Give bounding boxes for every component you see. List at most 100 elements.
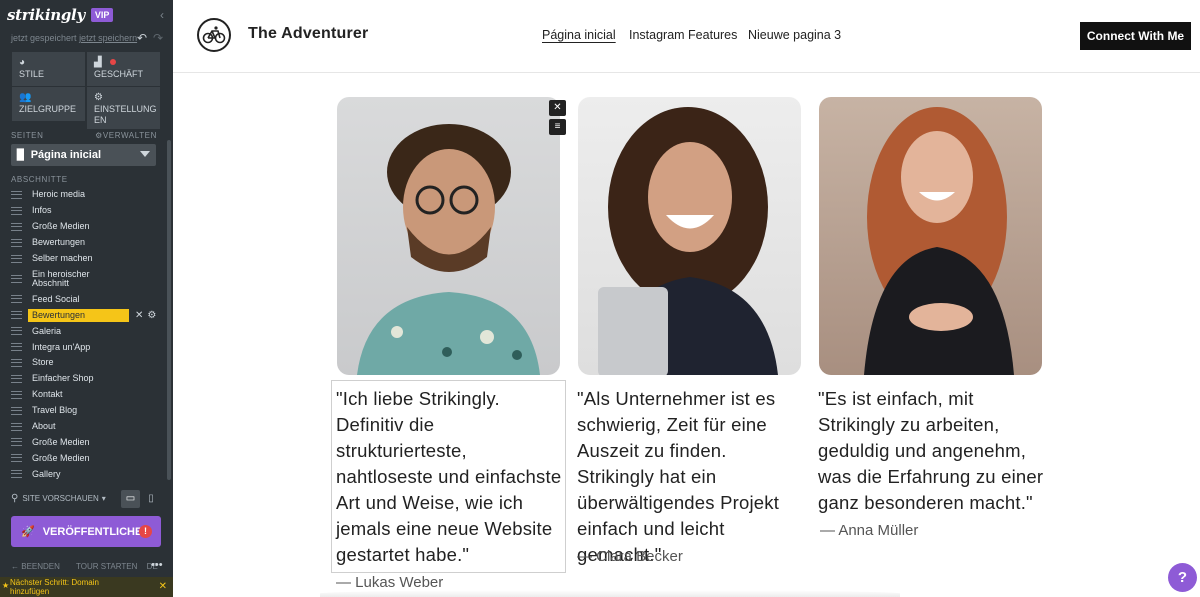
bicycle-logo-icon[interactable] <box>197 18 231 52</box>
drag-handle-icon[interactable] <box>11 406 22 415</box>
gear-icon: ⚙ <box>94 92 103 103</box>
alert-icon: ! <box>139 525 152 538</box>
vip-badge: VIP <box>90 8 114 22</box>
testimonial-photo[interactable] <box>578 97 801 375</box>
manage-pages-link[interactable]: ⚙VERWALTEN <box>95 131 157 140</box>
section-item[interactable]: Feed Social <box>11 291 161 307</box>
menu-icon[interactable]: ≡ <box>549 119 566 135</box>
publish-button[interactable]: 🚀 VERÖFFENTLICHEN ! <box>11 516 161 547</box>
redo-icon[interactable]: ↷ <box>153 31 163 45</box>
exit-link[interactable]: ← BEENDEN <box>11 562 67 571</box>
drag-handle-icon[interactable] <box>11 438 22 447</box>
section-item-active[interactable]: Bewertungen ✕ ⚙ <box>11 307 161 323</box>
section-item[interactable]: Store <box>11 355 161 371</box>
collapse-sidebar-icon[interactable]: ‹ <box>160 8 164 22</box>
testimonial-author[interactable]: — Clara Becker <box>577 548 683 565</box>
saved-text: jetzt gespeichert <box>11 33 77 43</box>
nav-instagram-features[interactable]: Instagram Features <box>629 28 737 42</box>
drag-handle-icon[interactable] <box>11 374 22 383</box>
search-icon: ⚲ <box>11 493 19 504</box>
settings-label: EINSTELLUNG EN <box>94 104 157 125</box>
next-step-banner[interactable]: ★ Nächster Schritt: Domain hinzufügen ✕ <box>0 577 173 597</box>
site-preview-dropdown[interactable]: ⚲ SITE VORSCHAUEN ▾ <box>11 493 106 504</box>
chevron-down-icon: ▾ <box>101 494 106 503</box>
drag-handle-icon[interactable] <box>11 390 22 399</box>
drag-handle-icon[interactable] <box>11 311 22 320</box>
brand: strikingly VIP <box>7 6 114 24</box>
tour-link[interactable]: TOUR STARTEN <box>76 562 137 571</box>
section-item[interactable]: Selber machen <box>11 251 161 267</box>
more-icon[interactable]: ••• <box>151 559 163 571</box>
styles-label: STILE <box>19 69 45 79</box>
audience-label: ZIELGRUPPE <box>19 104 77 114</box>
save-now-link[interactable]: jetzt speichern <box>79 33 137 43</box>
strikingly-logo[interactable]: strikingly <box>7 6 85 24</box>
testimonial-quote[interactable]: "Es ist einfach, mit Strikingly zu arbei… <box>818 386 1050 516</box>
pages-header: SEITEN ⚙VERWALTEN <box>11 131 157 140</box>
drag-handle-icon[interactable] <box>11 295 22 304</box>
section-settings-icon[interactable]: ⚙ <box>147 310 156 321</box>
testimonial-author[interactable]: — Lukas Weber <box>336 574 443 591</box>
section-item[interactable]: Einfacher Shop <box>11 371 161 387</box>
testimonial-photo[interactable] <box>819 97 1042 375</box>
publish-label: VERÖFFENTLICHEN <box>42 525 151 538</box>
section-item[interactable]: About <box>11 419 161 435</box>
drag-handle-icon[interactable] <box>11 422 22 431</box>
section-item[interactable]: Infos <box>11 203 161 219</box>
testimonial-quote[interactable]: "Als Unternehmer ist es schwierig, Zeit … <box>577 386 809 568</box>
section-item[interactable]: Gallery <box>11 466 161 482</box>
mobile-view-icon[interactable]: ▯ <box>145 490 157 508</box>
close-icon[interactable]: ✕ <box>549 100 566 116</box>
preview-label: SITE VORSCHAUEN <box>22 494 99 503</box>
drag-handle-icon[interactable] <box>11 190 22 199</box>
palette-icon: ◕ <box>19 57 26 68</box>
chevron-down-icon <box>140 151 150 157</box>
testimonial-author[interactable]: — Anna Müller <box>820 522 918 539</box>
drag-handle-icon[interactable] <box>11 274 22 283</box>
close-icon[interactable]: ✕ <box>159 582 167 592</box>
save-status: jetzt gespeichert jetzt speichern <box>11 33 137 43</box>
drag-handle-icon[interactable] <box>11 358 22 367</box>
section-item[interactable]: Kontakt <box>11 387 161 403</box>
drag-handle-icon[interactable] <box>11 222 22 231</box>
nav-home[interactable]: Página inicial <box>542 28 616 42</box>
section-item[interactable]: Große Medien <box>11 219 161 235</box>
shopping-bag-icon: ▟ <box>94 56 153 69</box>
star-icon: ★ <box>2 581 10 590</box>
section-item[interactable]: Heroic media <box>11 187 161 203</box>
drag-handle-icon[interactable] <box>11 454 22 463</box>
styles-button[interactable]: ◕ STILE <box>12 52 85 86</box>
editor-sidebar: strikingly VIP ‹ jetzt gespeichert jetzt… <box>0 0 173 597</box>
section-item[interactable]: Travel Blog <box>11 403 161 419</box>
section-item[interactable]: Integra un'App <box>11 339 161 355</box>
testimonial-photo[interactable] <box>337 97 560 375</box>
section-item[interactable]: Große Medien <box>11 434 161 450</box>
drag-handle-icon[interactable] <box>11 206 22 215</box>
store-label: GESCHÄFT <box>94 69 144 79</box>
section-item[interactable]: Bewertungen <box>11 235 161 251</box>
notification-dot <box>109 59 116 66</box>
testimonial-quote[interactable]: "Ich liebe Strikingly. Definitiv die str… <box>336 386 568 568</box>
connect-button[interactable]: Connect With Me <box>1080 22 1191 50</box>
next-step-text: Nächster Schritt: Domain hinzufügen <box>10 578 99 596</box>
drag-handle-icon[interactable] <box>11 238 22 247</box>
undo-icon[interactable]: ↶ <box>137 31 147 45</box>
nav-page-3[interactable]: Nieuwe pagina 3 <box>748 28 841 42</box>
sidebar-scrollbar[interactable] <box>167 140 171 480</box>
settings-button[interactable]: ⚙ EINSTELLUNG EN <box>87 87 160 129</box>
drag-handle-icon[interactable] <box>11 254 22 263</box>
desktop-view-icon[interactable]: ▭ <box>121 490 140 508</box>
drag-handle-icon[interactable] <box>11 327 22 336</box>
section-item[interactable]: Galeria <box>11 323 161 339</box>
section-item[interactable]: Große Medien <box>11 450 161 466</box>
help-button[interactable]: ? <box>1168 563 1197 592</box>
site-title[interactable]: The Adventurer <box>248 25 368 43</box>
audience-button[interactable]: 👥 ZIELGRUPPE <box>12 87 85 121</box>
section-item[interactable]: Ein heroischer Abschnitt <box>11 266 161 291</box>
drag-handle-icon[interactable] <box>11 470 22 479</box>
page-icon: ▉ <box>17 149 25 161</box>
page-selector[interactable]: ▉ Página inicial <box>11 144 156 166</box>
store-button[interactable]: ▟ GESCHÄFT <box>87 52 160 86</box>
delete-section-icon[interactable]: ✕ <box>135 310 143 321</box>
drag-handle-icon[interactable] <box>11 343 22 352</box>
